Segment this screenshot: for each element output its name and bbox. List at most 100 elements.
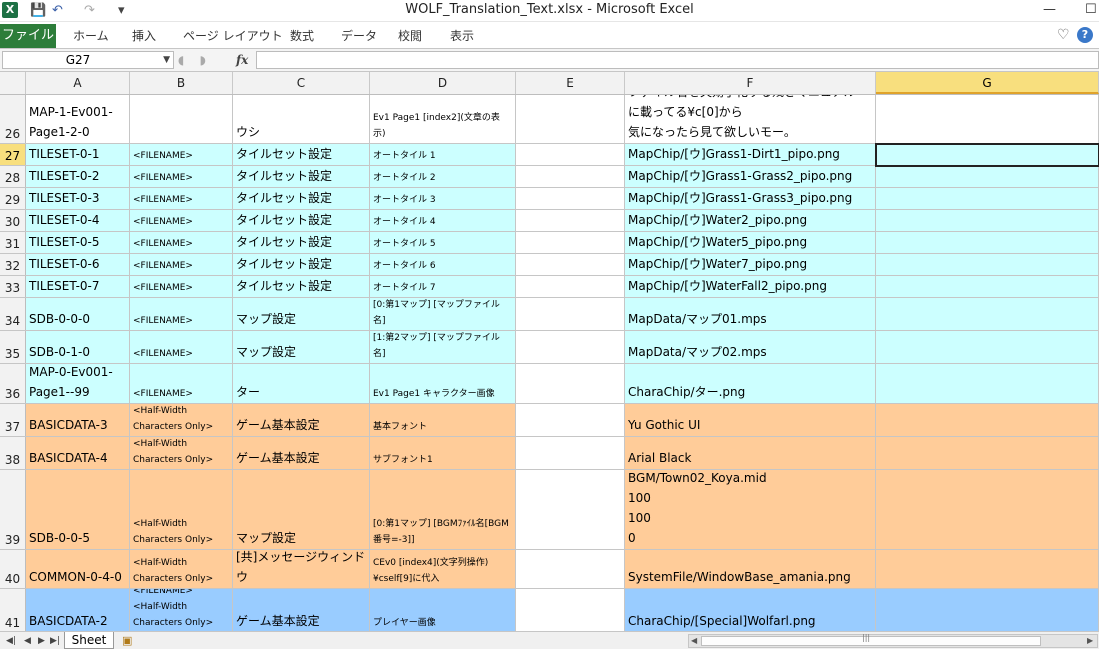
cell-g29[interactable] — [876, 188, 1099, 209]
cell-g27[interactable] — [876, 144, 1099, 165]
cell-e28[interactable] — [516, 166, 625, 187]
cell-a31[interactable]: TILESET-0-5 — [26, 232, 130, 253]
cell-a40[interactable]: COMMON-0-4-0 — [26, 550, 130, 588]
cell-e37[interactable] — [516, 404, 625, 436]
cell-b41[interactable]: <FILENAME> <Half-Width Characters Only> — [130, 589, 233, 631]
tab-review[interactable]: 校閲 — [398, 24, 422, 48]
row-header[interactable]: 41 — [0, 589, 26, 631]
tab-view[interactable]: 表示 — [450, 24, 474, 48]
cell-c38[interactable]: ゲーム基本設定 — [233, 437, 370, 469]
cell-c32[interactable]: タイルセット設定 — [233, 254, 370, 275]
cell-g37[interactable] — [876, 404, 1099, 436]
cell-d26[interactable]: Ev1 Page1 [index2](文章の表示) — [370, 95, 516, 143]
cell-d33[interactable]: オートタイル 7 — [370, 276, 516, 297]
formula-input[interactable] — [256, 51, 1099, 69]
horizontal-scrollbar[interactable]: ◀ ||| ▶ — [688, 633, 1098, 648]
cell-a39[interactable]: SDB-0-0-5 — [26, 470, 130, 549]
last-sheet-icon[interactable]: ▶| — [50, 632, 60, 649]
cell-c30[interactable]: タイルセット設定 — [233, 210, 370, 231]
cell-c35[interactable]: マップ設定 — [233, 331, 370, 363]
cell-c27[interactable]: タイルセット設定 — [233, 144, 370, 165]
scroll-left-icon[interactable]: ◀ — [691, 635, 697, 647]
cell-b32[interactable]: <FILENAME> — [130, 254, 233, 275]
cell-f31[interactable]: MapChip/[ウ]Water5_pipo.png — [625, 232, 876, 253]
cell-b37[interactable]: <Half-Width Characters Only> — [130, 404, 233, 436]
row-header[interactable]: 27 — [0, 144, 26, 165]
cell-b28[interactable]: <FILENAME> — [130, 166, 233, 187]
cell-c34[interactable]: マップ設定 — [233, 298, 370, 330]
cell-a35[interactable]: SDB-0-1-0 — [26, 331, 130, 363]
cell-g33[interactable] — [876, 276, 1099, 297]
cell-b40[interactable]: <Half-Width Characters Only> — [130, 550, 233, 588]
cell-b31[interactable]: <FILENAME> — [130, 232, 233, 253]
row-header[interactable]: 28 — [0, 166, 26, 187]
cell-c39[interactable]: マップ設定 — [233, 470, 370, 549]
name-box[interactable]: G27 ▼ — [2, 51, 174, 69]
cell-f28[interactable]: MapChip/[ウ]Grass1-Grass2_pipo.png — [625, 166, 876, 187]
cell-d39[interactable]: [0:第1マップ] [BGMﾌｧｲﾙ名[BGM 番号=-3]] — [370, 470, 516, 549]
cell-c28[interactable]: タイルセット設定 — [233, 166, 370, 187]
chevron-down-icon[interactable]: ▼ — [163, 52, 170, 68]
cell-a32[interactable]: TILESET-0-6 — [26, 254, 130, 275]
row-header[interactable]: 30 — [0, 210, 26, 231]
cell-d30[interactable]: オートタイル 4 — [370, 210, 516, 231]
maximize-button[interactable]: ☐ — [1085, 0, 1097, 20]
column-header-d[interactable]: D — [370, 72, 516, 94]
cell-c26[interactable]: ウシ — [233, 95, 370, 143]
cell-d29[interactable]: オートタイル 3 — [370, 188, 516, 209]
column-header-c[interactable]: C — [233, 72, 370, 94]
cell-e29[interactable] — [516, 188, 625, 209]
cell-f35[interactable]: MapData/マップ02.mps — [625, 331, 876, 363]
cell-d35[interactable]: [1:第2マップ] [マップファイル 名] — [370, 331, 516, 363]
column-header-a[interactable]: A — [26, 72, 130, 94]
cell-e31[interactable] — [516, 232, 625, 253]
cell-e40[interactable] — [516, 550, 625, 588]
row-header[interactable]: 34 — [0, 298, 26, 330]
tab-data[interactable]: データ — [341, 24, 377, 48]
cell-d41[interactable]: プレイヤー画像 — [370, 589, 516, 631]
cell-g35[interactable] — [876, 331, 1099, 363]
tab-home[interactable]: ホーム — [73, 24, 109, 48]
cell-d36[interactable]: Ev1 Page1 キャラクター画像 — [370, 364, 516, 403]
row-header[interactable]: 33 — [0, 276, 26, 297]
cell-g31[interactable] — [876, 232, 1099, 253]
cell-b39[interactable]: <Half-Width Characters Only> — [130, 470, 233, 549]
cell-a27[interactable]: TILESET-0-1 — [26, 144, 130, 165]
cell-a33[interactable]: TILESET-0-7 — [26, 276, 130, 297]
sheet-tab[interactable]: Sheet — [64, 632, 114, 649]
scroll-right-icon[interactable]: ▶ — [1087, 635, 1093, 647]
cell-f33[interactable]: MapChip/[ウ]WaterFall2_pipo.png — [625, 276, 876, 297]
cell-g26[interactable] — [876, 95, 1099, 143]
cell-b29[interactable]: <FILENAME> — [130, 188, 233, 209]
row-header[interactable]: 40 — [0, 550, 26, 588]
cell-e39[interactable] — [516, 470, 625, 549]
row-header[interactable]: 37 — [0, 404, 26, 436]
cell-g30[interactable] — [876, 210, 1099, 231]
formula-bar-splitter[interactable]: ◖ ◗ — [178, 51, 230, 69]
cell-f30[interactable]: MapChip/[ウ]Water2_pipo.png — [625, 210, 876, 231]
cell-d32[interactable]: オートタイル 6 — [370, 254, 516, 275]
cell-c40[interactable]: [共]メッセージウィンド ウ — [233, 550, 370, 588]
cell-c33[interactable]: タイルセット設定 — [233, 276, 370, 297]
cell-b34[interactable]: <FILENAME> — [130, 298, 233, 330]
cell-f32[interactable]: MapChip/[ウ]Water7_pipo.png — [625, 254, 876, 275]
cell-b26[interactable] — [130, 95, 233, 143]
cell-a29[interactable]: TILESET-0-3 — [26, 188, 130, 209]
cell-e38[interactable] — [516, 437, 625, 469]
cell-b38[interactable]: <Half-Width Characters Only> — [130, 437, 233, 469]
cell-f29[interactable]: MapChip/[ウ]Grass1-Grass3_pipo.png — [625, 188, 876, 209]
row-header[interactable]: 36 — [0, 364, 26, 403]
cell-a36[interactable]: MAP-0-Ev001- Page1--99 — [26, 364, 130, 403]
cell-e41[interactable] — [516, 589, 625, 631]
row-header[interactable]: 29 — [0, 188, 26, 209]
cell-e35[interactable] — [516, 331, 625, 363]
row-header[interactable]: 26 — [0, 95, 26, 143]
cell-c31[interactable]: タイルセット設定 — [233, 232, 370, 253]
cell-b30[interactable]: <FILENAME> — [130, 210, 233, 231]
row-header[interactable]: 31 — [0, 232, 26, 253]
minimize-button[interactable]: — — [1043, 0, 1056, 20]
insert-function-icon[interactable]: fx — [236, 51, 248, 69]
cell-a30[interactable]: TILESET-0-4 — [26, 210, 130, 231]
next-sheet-icon[interactable]: ▶ — [38, 632, 45, 649]
spreadsheet-grid[interactable]: 26 MAP-1-Ev001- Page1-2-0 ウシ Ev1 Page1 [ind… — [0, 95, 1099, 631]
